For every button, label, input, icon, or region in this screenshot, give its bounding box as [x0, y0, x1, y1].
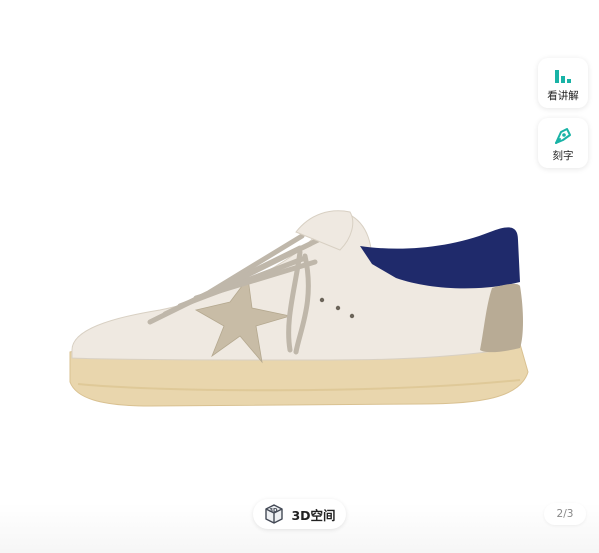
- explain-button[interactable]: 看讲解: [538, 58, 588, 108]
- pen-nib-icon: [555, 127, 571, 144]
- page-counter: 2/3: [544, 503, 586, 525]
- view-3d-label: 3D空间: [291, 507, 336, 523]
- bar-chart-icon: [555, 69, 571, 83]
- 3d-cube-icon: 3D: [265, 504, 284, 524]
- product-image-viewer[interactable]: 看讲解 刻字 3D 3D空间 2/3: [0, 0, 599, 553]
- svg-text:3D: 3D: [270, 508, 279, 514]
- product-photo: [69, 210, 529, 407]
- engrave-button-label: 刻字: [552, 149, 574, 162]
- engrave-button[interactable]: 刻字: [538, 118, 588, 168]
- side-actions: 看讲解 刻字: [538, 58, 588, 168]
- view-3d-button[interactable]: 3D 3D空间: [253, 499, 346, 529]
- explain-button-label: 看讲解: [547, 89, 579, 102]
